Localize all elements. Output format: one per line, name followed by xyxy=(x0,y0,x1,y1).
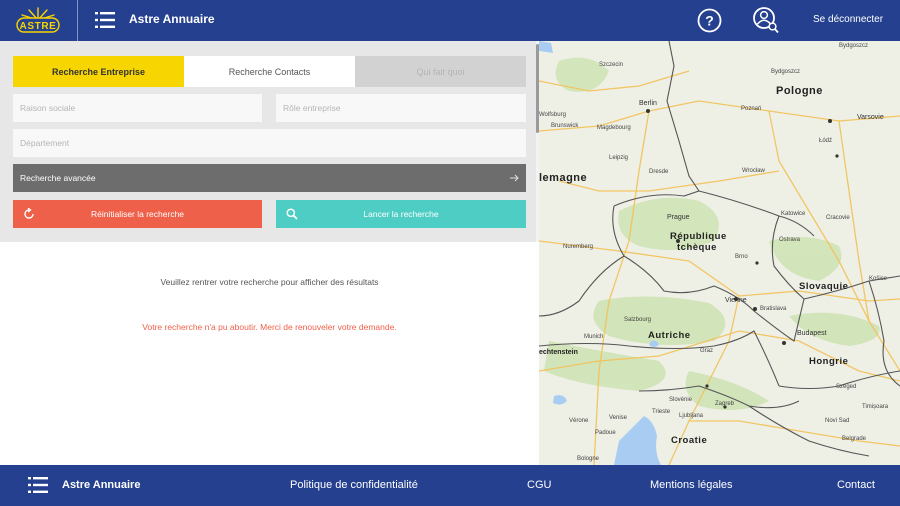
map-city-label: Ljubljana xyxy=(679,413,704,419)
advanced-search-label: Recherche avancée xyxy=(20,173,96,183)
map-country-label: echtenstein xyxy=(539,349,578,356)
map-city-label: Bologne xyxy=(577,456,600,462)
map-city-label: Bratislava xyxy=(760,306,787,312)
map-city-label: Salzbourg xyxy=(624,317,652,323)
map-city-label: Košice xyxy=(869,276,888,282)
reset-search-label: Réinitialiser la recherche xyxy=(90,209,185,219)
hamburger-menu-icon[interactable] xyxy=(95,11,115,29)
map-country-label: Slovaquie xyxy=(799,281,849,292)
map-city-label: Szczecin xyxy=(599,62,624,68)
logout-link[interactable]: Se déconnecter xyxy=(813,14,883,25)
map-city-label: Łódź xyxy=(819,138,833,144)
user-search-icon[interactable] xyxy=(753,7,779,34)
map-country-label: Autriche xyxy=(648,330,691,341)
map-city-label: Novi Sad xyxy=(825,418,850,424)
map-city-label: Vérone xyxy=(569,418,589,424)
map-city-label: Prague xyxy=(667,214,690,221)
map-city-label: Belgrade xyxy=(842,436,867,442)
footer-menu-icon[interactable] xyxy=(28,476,48,494)
launch-search-button[interactable]: Lancer la recherche xyxy=(276,200,526,228)
tab-qui-fait-quoi[interactable]: Qui fait quoi xyxy=(355,56,526,87)
map-city-label: Slovénie xyxy=(669,397,693,403)
astre-logo[interactable]: ASTRE xyxy=(14,6,62,36)
refresh-icon xyxy=(23,207,35,220)
map-city-label: Zagreb xyxy=(715,401,735,407)
map-city-label: Bydgoszcz xyxy=(771,69,801,75)
map-city-label: Brunswick xyxy=(551,123,579,129)
top-navigation-bar: ASTRE Astre Annuaire ? Se déconnecter xyxy=(0,0,900,41)
tab-recherche-contacts[interactable]: Recherche Contacts xyxy=(184,56,355,87)
footer-link-contact[interactable]: Contact xyxy=(837,479,875,491)
map-city-label: Vienne xyxy=(725,297,747,304)
map-city-label: Nuremberg xyxy=(563,244,594,250)
footer-link-privacy[interactable]: Politique de confidentialité xyxy=(290,479,418,491)
role-entreprise-input[interactable] xyxy=(276,94,526,122)
map-view[interactable]: Bydgoszcz Bydgoszcz Poznań Szczecin Berl… xyxy=(539,41,900,465)
map-city-label: Budapest xyxy=(797,330,827,337)
footer-bar: Astre Annuaire Politique de confidential… xyxy=(0,465,900,506)
footer-link-cgu[interactable]: CGU xyxy=(527,479,551,491)
map-city-label: Wolfsburg xyxy=(539,112,566,118)
tab-recherche-entreprise[interactable]: Recherche Entreprise xyxy=(13,56,184,87)
map-city-label: Wrocław xyxy=(742,168,765,174)
map-country-label: Hongrie xyxy=(809,356,849,367)
arrow-right-icon xyxy=(509,173,519,183)
search-icon xyxy=(286,208,298,220)
map-city-label: Leipzig xyxy=(609,155,629,161)
search-panel: Recherche Entreprise Recherche Contacts … xyxy=(0,41,539,242)
map-city-label: Munich xyxy=(584,334,604,340)
map-country-label: République xyxy=(670,231,727,242)
map-country-label: Croatie xyxy=(671,435,708,446)
header-divider xyxy=(77,0,78,41)
map-city-label: Szeged xyxy=(836,384,857,390)
map-city-label: Graz xyxy=(700,348,714,354)
map-country-label: tchèque xyxy=(677,242,717,253)
map-city-label: Ostrava xyxy=(779,237,801,243)
app-title: Astre Annuaire xyxy=(129,12,215,26)
map-city-label: Cracovie xyxy=(826,215,850,221)
map-city-label: Katowice xyxy=(781,211,806,217)
map-city-label: Magdebourg xyxy=(597,125,631,131)
map-country-label: Pologne xyxy=(776,85,823,97)
map-city-label: Brno xyxy=(735,254,748,260)
map-city-label: Dresde xyxy=(649,169,669,175)
map-city-label: Trieste xyxy=(652,409,671,415)
footer-title: Astre Annuaire xyxy=(62,479,141,491)
logo-wordmark: ASTRE xyxy=(20,21,57,32)
advanced-search-toggle[interactable]: Recherche avancée xyxy=(13,164,526,192)
question-circle-icon[interactable]: ? xyxy=(697,8,722,33)
map-city-label: Berlin xyxy=(639,100,657,107)
results-info-message: Veuillez rentrer votre recherche pour af… xyxy=(160,277,379,287)
footer-link-legal[interactable]: Mentions légales xyxy=(650,479,733,491)
raison-sociale-input[interactable] xyxy=(13,94,262,122)
map-city-label: Varsovie xyxy=(857,114,884,121)
map-city-label: Poznań xyxy=(741,106,762,112)
reset-search-button[interactable]: Réinitialiser la recherche xyxy=(13,200,262,228)
map-city-label: Timișoara xyxy=(862,404,889,410)
map-country-label: lemagne xyxy=(539,172,588,184)
map-city-label: Padoue xyxy=(595,430,616,436)
svg-text:?: ? xyxy=(705,13,714,29)
launch-search-label: Lancer la recherche xyxy=(363,209,439,219)
search-error-message: Votre recherche n'a pu aboutir. Merci de… xyxy=(142,322,397,332)
map-city-label: Venise xyxy=(609,415,628,421)
departement-input[interactable] xyxy=(13,129,526,157)
